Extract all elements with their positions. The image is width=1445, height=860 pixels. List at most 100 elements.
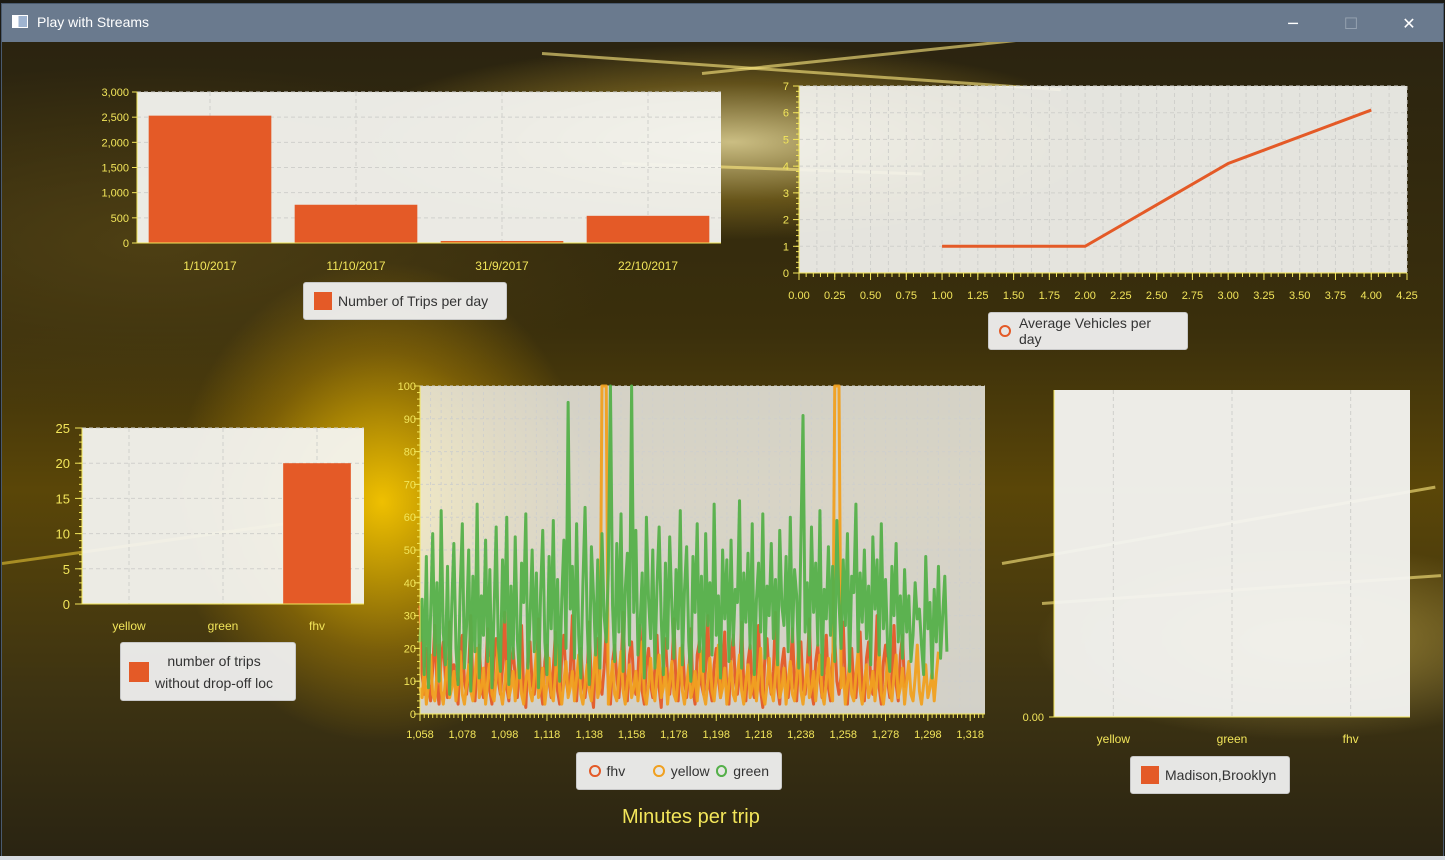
average-vehicles-chart: 0.00 0.25 0.50 0.75 1.00 1.25 1.50 1.75 2.00 2.25… bbox=[783, 81, 1418, 302]
x-tick-label: 1.25 bbox=[967, 290, 988, 302]
window-title: Play with Streams bbox=[37, 14, 150, 30]
legend-label-fhv: fhv bbox=[606, 763, 626, 779]
y-tick-label: 0 bbox=[63, 597, 70, 612]
legend-label-yellow: yellow bbox=[670, 763, 710, 779]
x-tick-label: green bbox=[208, 619, 239, 633]
y-tick-label: 500 bbox=[111, 213, 129, 225]
bar bbox=[586, 215, 710, 243]
bar bbox=[148, 115, 272, 243]
legend-symbol-fhv bbox=[589, 765, 601, 777]
y-tick-label: 1 bbox=[783, 241, 789, 253]
y-tick-label: 100 bbox=[398, 381, 416, 393]
x-tick-label: 11/10/2017 bbox=[326, 259, 385, 273]
x-tick-label: 1,138 bbox=[576, 729, 604, 741]
x-tick-label: 1,158 bbox=[618, 729, 646, 741]
x-tick-label: 2.00 bbox=[1074, 290, 1095, 302]
x-tick-label: 2.75 bbox=[1182, 290, 1203, 302]
legend-symbol-green bbox=[715, 765, 728, 777]
legend-label: number of trips without drop-off loc bbox=[155, 650, 273, 694]
y-tick-label: 70 bbox=[404, 479, 416, 491]
x-tick-label: 2.25 bbox=[1110, 290, 1131, 302]
legend-label-line2: without drop-off loc bbox=[155, 674, 274, 691]
y-tick-label: 2 bbox=[783, 215, 789, 227]
maximize-button[interactable]: ☐ bbox=[1328, 4, 1374, 42]
legend-label-green: green bbox=[733, 763, 769, 779]
x-tick-label: 0.50 bbox=[860, 290, 881, 302]
x-tick-label: 1.00 bbox=[931, 290, 952, 302]
y-tick-label: 0 bbox=[783, 268, 789, 280]
y-tick-label: 5 bbox=[783, 134, 789, 146]
x-tick-label: 4.25 bbox=[1396, 290, 1417, 302]
y-tick-label: 20 bbox=[404, 643, 416, 655]
legend-label-line1: number of trips bbox=[167, 652, 261, 669]
x-tick-label: 1.50 bbox=[1003, 290, 1024, 302]
trips-per-day-legend: Number of Trips per day bbox=[303, 282, 507, 320]
x-tick-label: 1,278 bbox=[872, 729, 900, 741]
x-tick-label: 0.75 bbox=[896, 290, 917, 302]
legend-swatch bbox=[129, 661, 149, 682]
legend-swatch bbox=[1141, 766, 1159, 784]
x-tick-label: 1/10/2017 bbox=[183, 259, 237, 273]
legend-symbol-yellow bbox=[653, 765, 665, 777]
x-tick-label: 3.00 bbox=[1217, 290, 1238, 302]
y-tick-label: 4 bbox=[783, 161, 789, 173]
app-window: Play with Streams ─ ☐ ✕ 0 500 1,000 1,500 2,… bbox=[2, 4, 1443, 856]
y-tick-label: 25 bbox=[56, 421, 70, 436]
x-tick-label: 1,258 bbox=[829, 729, 857, 741]
y-tick-label: 1,500 bbox=[101, 163, 129, 175]
taskbar-edge bbox=[0, 856, 1445, 860]
close-button[interactable]: ✕ bbox=[1386, 4, 1432, 42]
x-tick-label: 31/9/2017 bbox=[475, 259, 529, 273]
y-tick-label: 20 bbox=[56, 456, 70, 471]
legend-symbol bbox=[999, 325, 1011, 337]
bar bbox=[283, 463, 351, 604]
minimize-button[interactable]: ─ bbox=[1270, 4, 1316, 42]
x-tick-label: 1,238 bbox=[787, 729, 815, 741]
madison-brooklyn-chart: yellow green fhv 0.00 bbox=[1023, 390, 1410, 746]
x-tick-label: 0.25 bbox=[824, 290, 845, 302]
x-tick-label: 22/10/2017 bbox=[618, 259, 678, 273]
x-tick-label: yellow bbox=[1097, 732, 1131, 746]
y-tick-label: 3,000 bbox=[101, 87, 129, 99]
y-tick-label: 3 bbox=[783, 188, 789, 200]
y-tick-label: 6 bbox=[783, 108, 789, 120]
x-tick-label: 3.50 bbox=[1289, 290, 1310, 302]
x-tick-label: 1,198 bbox=[702, 729, 730, 741]
y-tick-label: 10 bbox=[56, 527, 70, 542]
y-tick-label: 5 bbox=[63, 562, 70, 577]
y-tick-label: 2,000 bbox=[101, 137, 129, 149]
average-vehicles-legend: Average Vehicles per day bbox=[988, 312, 1188, 350]
y-tick-label: 1,000 bbox=[101, 188, 129, 200]
y-tick-label: 90 bbox=[404, 414, 416, 426]
minutes-per-trip-legend: fhv yellow green bbox=[576, 752, 782, 790]
x-tick-label: 2.50 bbox=[1146, 290, 1167, 302]
y-tick-label: 30 bbox=[404, 611, 416, 623]
minutes-per-trip-chart: 0 10 20 30 40 50 60 70 80 90 100 1,058 1,078 1,098 1,1… bbox=[398, 381, 985, 741]
legend-swatch bbox=[314, 292, 332, 310]
madison-brooklyn-legend: Madison,Brooklyn bbox=[1130, 756, 1290, 794]
legend-label: Number of Trips per day bbox=[338, 293, 489, 309]
y-tick-label: 0 bbox=[123, 238, 129, 250]
x-tick-label: 3.75 bbox=[1325, 290, 1346, 302]
y-tick-label: 40 bbox=[404, 578, 416, 590]
title-bar[interactable]: Play with Streams ─ ☐ ✕ bbox=[2, 4, 1443, 42]
y-tick-label: 2,500 bbox=[101, 112, 129, 124]
x-tick-label: 1,118 bbox=[534, 729, 561, 741]
y-tick-label: 80 bbox=[404, 447, 416, 459]
x-tick-label: 1,058 bbox=[406, 729, 434, 741]
no-dropoff-chart: 0 5 10 15 20 25 yellow green fhv bbox=[56, 421, 364, 633]
x-tick-label: fhv bbox=[1343, 732, 1359, 746]
trips-per-day-chart: 0 500 1,000 1,500 2,000 2,500 3,000 1/10/2017 11… bbox=[101, 87, 721, 273]
y-tick-label: 10 bbox=[404, 676, 416, 688]
y-tick-label: 0.00 bbox=[1023, 712, 1044, 724]
x-tick-label: 1.75 bbox=[1039, 290, 1060, 302]
x-tick-label: 1,298 bbox=[914, 729, 942, 741]
x-tick-label: fhv bbox=[309, 619, 325, 633]
x-tick-label: 1,318 bbox=[956, 729, 984, 741]
x-tick-label: green bbox=[1217, 732, 1248, 746]
x-tick-label: 4.00 bbox=[1361, 290, 1382, 302]
x-tick-label: 1,078 bbox=[449, 729, 477, 741]
legend-label: Madison,Brooklyn bbox=[1165, 767, 1277, 783]
x-axis-title: Minutes per trip bbox=[622, 806, 760, 828]
x-tick-label: 0.00 bbox=[788, 290, 809, 302]
